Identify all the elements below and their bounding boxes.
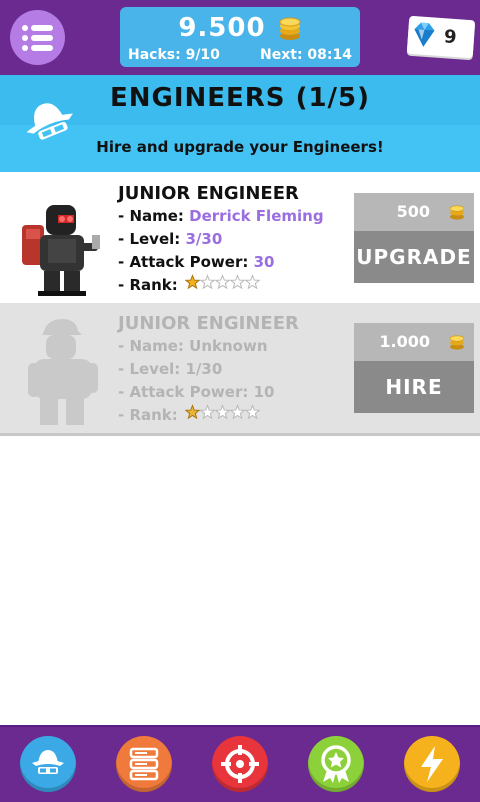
star-filled-icon	[184, 274, 201, 290]
engineer-card-locked: JUNIOR ENGINEER - Name: Unknown - Level:…	[0, 303, 480, 436]
hacker-icon	[32, 750, 64, 774]
engineer-rank-row: - Rank:	[118, 274, 348, 297]
servers-icon	[129, 747, 159, 781]
star-filled-icon	[184, 404, 201, 420]
engineer-name: Derrick Fleming	[189, 207, 324, 225]
star-empty-icon	[244, 274, 261, 290]
gem-count: 9	[443, 26, 458, 49]
engineer-rank-row: - Rank:	[118, 404, 348, 427]
price-value: 500	[396, 202, 430, 221]
gem-counter[interactable]: 9	[406, 15, 476, 59]
engineer-attack: 30	[253, 253, 275, 271]
engineer-attack-row: - Attack Power: 10	[118, 381, 348, 404]
rank-stars	[184, 404, 261, 427]
engineer-name-row: - Name: Unknown	[118, 335, 348, 358]
locked-silhouette-avatar	[28, 319, 98, 425]
engineer-level-row: - Level: 3/30	[118, 228, 348, 251]
level-label: - Level:	[118, 360, 186, 378]
coin-panel: 9.500 Hacks: 9/10 Next: 08:14	[120, 7, 360, 67]
star-empty-icon	[214, 274, 231, 290]
engineer-attack-row: - Attack Power: 30	[118, 251, 348, 274]
engineer-level: 3/30	[185, 230, 223, 248]
coin-icon	[449, 335, 465, 350]
badge-icon	[321, 745, 351, 783]
upgrade-button[interactable]: UPGRADE	[354, 231, 474, 283]
coin-icon	[449, 205, 465, 220]
diamond-icon	[414, 22, 435, 47]
section-title: ENGINEERS (1/5)	[109, 83, 371, 113]
nav-target-button[interactable]	[212, 736, 268, 792]
engineer-info: JUNIOR ENGINEER - Name: Unknown - Level:…	[118, 313, 348, 427]
section-header: ENGINEERS (1/5) Hire and upgrade your En…	[0, 75, 480, 172]
level-label: - Level:	[118, 230, 186, 248]
coin-total: 9.500	[120, 13, 360, 43]
engineer-level: 1/30	[185, 360, 223, 378]
name-label: - Name:	[118, 337, 190, 355]
coin-amount: 9.500	[178, 13, 266, 43]
section-subtitle: Hire and upgrade your Engineers!	[96, 138, 384, 156]
upgrade-price: 500	[354, 193, 474, 231]
hire-price: 1.000	[354, 323, 474, 361]
nav-servers-button[interactable]	[116, 736, 172, 792]
engineer-info: JUNIOR ENGINEER - Name: Derrick Fleming …	[118, 183, 348, 297]
engineer-title: JUNIOR ENGINEER	[118, 313, 299, 334]
engineer-title: JUNIOR ENGINEER	[118, 183, 299, 204]
bottom-nav	[0, 725, 480, 802]
engineer-level-row: - Level: 1/30	[118, 358, 348, 381]
coin-icon	[279, 17, 301, 40]
price-value: 1.000	[379, 332, 430, 351]
star-empty-icon	[229, 404, 246, 420]
star-empty-icon	[229, 274, 246, 290]
nav-badge-button[interactable]	[308, 736, 364, 792]
star-empty-icon	[214, 404, 231, 420]
attack-label: - Attack Power:	[118, 383, 254, 401]
hacks-counter: Hacks: 9/10	[128, 47, 220, 63]
star-empty-icon	[199, 274, 216, 290]
menu-icon	[21, 24, 53, 51]
target-icon	[221, 745, 259, 783]
hire-button[interactable]: HIRE	[354, 361, 474, 413]
attack-label: - Attack Power:	[118, 253, 254, 271]
engineer-card: JUNIOR ENGINEER - Name: Derrick Fleming …	[0, 173, 480, 306]
engineer-attack: 10	[253, 383, 275, 401]
engineer-name: Unknown	[189, 337, 268, 355]
rank-stars	[184, 274, 261, 297]
rank-label: - Rank:	[118, 276, 183, 294]
top-bar: 9.500 Hacks: 9/10 Next: 08:14 9	[0, 0, 480, 75]
nav-lightning-button[interactable]	[404, 736, 460, 792]
lightning-icon	[421, 746, 443, 782]
nav-hacker-button[interactable]	[20, 736, 76, 792]
star-empty-icon	[199, 404, 216, 420]
name-label: - Name:	[118, 207, 190, 225]
engineer-name-row: - Name: Derrick Fleming	[118, 205, 348, 228]
star-empty-icon	[244, 404, 261, 420]
engineer-avatar	[22, 205, 100, 296]
menu-button[interactable]	[10, 10, 65, 65]
next-timer: Next: 08:14	[260, 47, 352, 63]
rank-label: - Rank:	[118, 406, 183, 424]
